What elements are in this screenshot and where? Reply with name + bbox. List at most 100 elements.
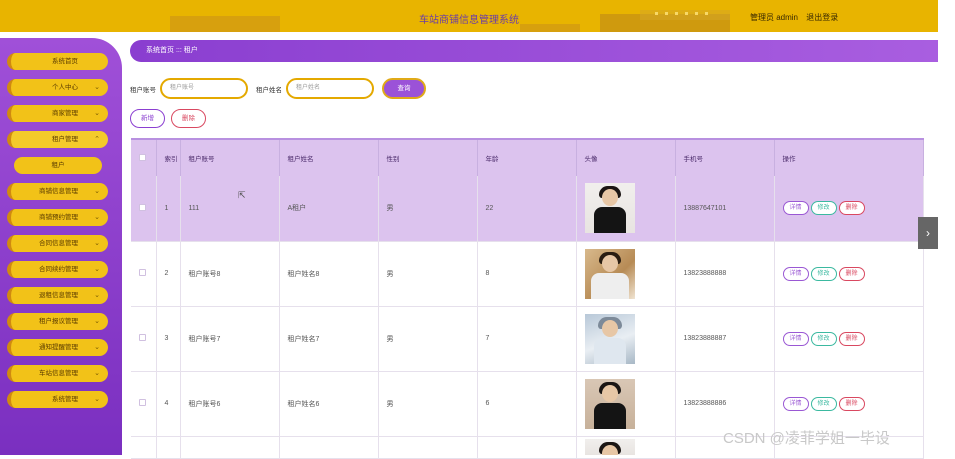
logout-link[interactable]: 退出登录 — [806, 13, 838, 22]
chevron-down-icon: ⌄ — [94, 214, 100, 221]
top-header: 车站商铺信息管理系统 管理员 admin 退出登录 — [0, 0, 938, 32]
sidebar-item-profile[interactable]: 个人中心 ⌄ — [7, 79, 108, 96]
chevron-down-icon: ⌄ — [94, 84, 100, 91]
row-select-cell[interactable] — [131, 241, 157, 307]
row-select-cell[interactable] — [131, 371, 157, 437]
chevron-down-icon: ⌄ — [94, 292, 100, 299]
col-header-name[interactable]: 租户姓名 — [279, 138, 379, 176]
row-delete-button[interactable]: 删除 — [838, 396, 865, 411]
add-button[interactable]: 新增 — [130, 109, 165, 128]
chevron-down-icon: ⌄ — [94, 370, 100, 377]
sidebar: 系统首页 个人中心 ⌄ 商家管理 ⌄ 租户管理 ⌃ 租户 商铺信息管理 ⌄ 商铺预约管理… — [0, 38, 122, 455]
col-header-account[interactable]: 租户账号 — [180, 138, 280, 176]
query-button[interactable]: 查询 — [382, 78, 426, 99]
next-arrow-icon[interactable]: › — [918, 217, 938, 249]
sidebar-item-shop-info[interactable]: 商铺信息管理 ⌄ — [7, 183, 108, 200]
detail-button[interactable]: 详情 — [782, 201, 809, 216]
col-header-age[interactable]: 年龄 — [477, 138, 577, 176]
sidebar-item-merchants[interactable]: 商家管理 ⌄ — [7, 105, 108, 122]
delete-button[interactable]: 删除 — [171, 109, 206, 128]
actions-cell: 详情 修改 删除 — [774, 176, 924, 242]
avatar-head — [601, 445, 618, 455]
row-delete-button[interactable]: 删除 — [838, 331, 865, 346]
sidebar-item-stations[interactable]: 车站信息管理 ⌄ — [7, 365, 108, 382]
row-select-cell[interactable] — [131, 306, 157, 372]
sidebar-item-shop-booking[interactable]: 商铺预约管理 ⌄ — [7, 209, 108, 226]
sidebar-item-notifications[interactable]: 通知提醒管理 ⌄ — [7, 339, 108, 356]
sidebar-item-label: 租户报议管理 — [39, 318, 78, 325]
index-cell: 2 — [156, 241, 181, 307]
search-bar: 租户账号 租户账号 租户姓名 租户姓名 查询 — [130, 78, 426, 99]
phone-cell: 13887647101 — [675, 176, 775, 242]
chevron-down-icon: ⌄ — [94, 240, 100, 247]
edit-button[interactable]: 修改 — [810, 331, 837, 346]
sidebar-item-home[interactable]: 系统首页 — [7, 53, 108, 70]
detail-button[interactable]: 详情 — [782, 266, 809, 281]
name-search-input[interactable]: 租户姓名 — [286, 78, 374, 99]
avatar-cell — [576, 241, 676, 307]
avatar-head — [601, 254, 618, 272]
chevron-down-icon: ⌄ — [94, 110, 100, 117]
edit-button[interactable]: 修改 — [810, 396, 837, 411]
avatar-image — [584, 378, 635, 429]
chevron-down-icon: ⌄ — [94, 266, 100, 273]
sidebar-item-contracts[interactable]: 合同信息管理 ⌄ — [7, 235, 108, 252]
row-delete-button[interactable]: 删除 — [838, 266, 865, 281]
user-label: 管理员 admin — [750, 13, 799, 22]
sidebar-subitem-tenant[interactable]: 租户 — [14, 157, 102, 174]
name-cell: 租户姓名7 — [279, 306, 379, 372]
user-area: 管理员 admin 退出登录 — [750, 12, 844, 23]
select-all-checkbox[interactable] — [139, 153, 146, 161]
sidebar-menu: 系统首页 个人中心 ⌄ 商家管理 ⌄ 租户管理 ⌃ 租户 商铺信息管理 ⌄ 商铺预约管理… — [0, 38, 122, 408]
gender-cell: 男 — [378, 306, 478, 372]
row-delete-button[interactable]: 删除 — [838, 201, 865, 216]
chevron-down-icon: ⌄ — [94, 344, 100, 351]
account-search-input[interactable]: 租户账号 — [160, 78, 248, 99]
table-row[interactable]: 3 租户账号7 租户姓名7 男 7 13823888887 详情 修改 删除 — [131, 306, 924, 372]
chevron-down-icon: ⌄ — [94, 318, 100, 325]
sidebar-item-label: 个人中心 — [52, 84, 78, 91]
gender-cell: 男 — [378, 371, 478, 437]
name-label: 租户姓名 — [256, 86, 282, 94]
chevron-up-icon: ⌃ — [94, 136, 100, 143]
sidebar-item-checkout[interactable]: 退租信息管理 ⌄ — [7, 287, 108, 304]
row-checkbox[interactable] — [139, 269, 146, 276]
avatar-body — [593, 337, 626, 364]
sidebar-item-system[interactable]: 系统管理 ⌄ — [7, 391, 108, 408]
sidebar-item-label: 租户 — [51, 162, 65, 169]
tenant-table: 索引 租户账号 租户姓名 性别 年龄 头像 手机号 操作 1 111 A租户 男… — [131, 138, 924, 459]
edit-button[interactable]: 修改 — [810, 201, 837, 216]
sidebar-item-label: 合同续约管理 — [39, 266, 78, 273]
detail-button[interactable]: 详情 — [782, 396, 809, 411]
col-header-gender[interactable]: 性别 — [378, 138, 478, 176]
actions-cell: 详情 修改 删除 — [774, 306, 924, 372]
sidebar-item-tenants[interactable]: 租户管理 ⌃ — [7, 131, 108, 148]
index-cell: 1 — [156, 176, 181, 242]
edit-button[interactable]: 修改 — [810, 266, 837, 281]
col-header-phone[interactable]: 手机号 — [675, 138, 775, 176]
avatar-head — [601, 384, 618, 402]
table-row[interactable]: 1 111 A租户 男 22 13887647101 详情 修改 删除 — [131, 176, 924, 242]
gender-cell: 男 — [378, 176, 478, 242]
table-row[interactable]: 2 租户账号8 租户姓名8 男 8 13823888888 详情 修改 删除 — [131, 241, 924, 307]
detail-button[interactable]: 详情 — [782, 331, 809, 346]
chevron-down-icon: ⌄ — [94, 396, 100, 403]
select-all-cell[interactable] — [131, 138, 157, 176]
chevron-down-icon: ⌄ — [94, 188, 100, 195]
row-select-cell[interactable] — [131, 176, 157, 242]
watermark: CSDN @凌菲学姐一毕设 — [723, 430, 890, 447]
sidebar-item-label: 系统管理 — [52, 396, 78, 403]
row-checkbox[interactable] — [139, 334, 146, 341]
avatar-image — [584, 439, 635, 455]
index-cell: 3 — [156, 306, 181, 372]
sidebar-item-renewals[interactable]: 合同续约管理 ⌄ — [7, 261, 108, 278]
avatar-image — [584, 248, 635, 299]
row-checkbox[interactable] — [139, 203, 146, 211]
account-cell: 租户账号6 — [180, 371, 280, 437]
sidebar-item-tenant-reports[interactable]: 租户报议管理 ⌄ — [7, 313, 108, 330]
sidebar-item-label: 租户管理 — [52, 136, 78, 143]
row-checkbox[interactable] — [139, 399, 146, 406]
avatar-cell — [576, 371, 676, 437]
name-cell: 租户姓名8 — [279, 241, 379, 307]
avatar-body — [593, 402, 626, 429]
